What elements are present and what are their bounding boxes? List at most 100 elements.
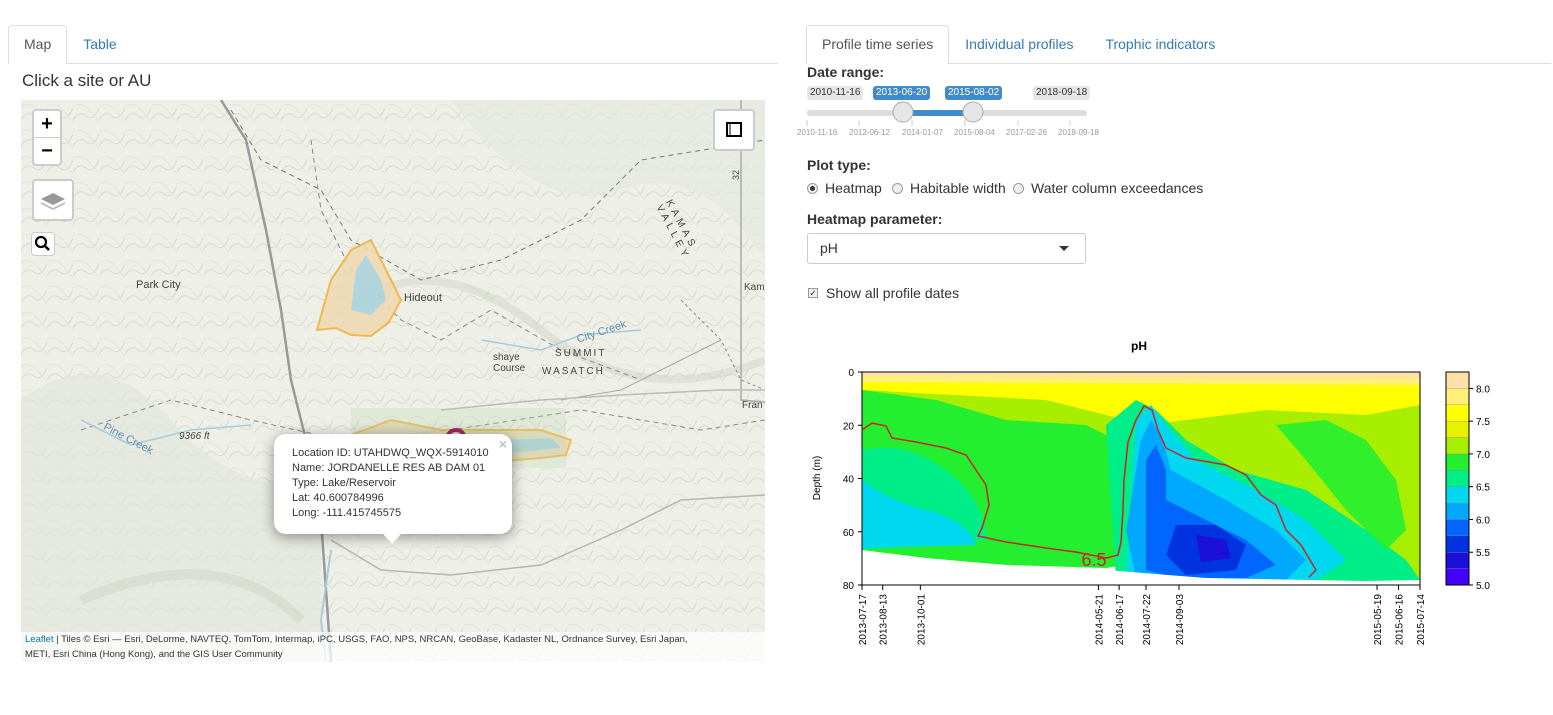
map-attribution: Leaflet | Tiles © Esri — Esri, DeLorme, … bbox=[21, 632, 765, 662]
tab-table[interactable]: Table bbox=[67, 25, 132, 63]
leaflet-link[interactable]: Leaflet bbox=[25, 634, 54, 645]
popup-lat: Lat: 40.600784996 bbox=[292, 492, 384, 504]
radio-label: Water column exceedances bbox=[1031, 180, 1204, 196]
legend-tick-label: 5.0 bbox=[1476, 581, 1490, 592]
legend-swatch bbox=[1445, 404, 1470, 422]
heatmap-parameter-select[interactable]: pH bbox=[807, 233, 1086, 264]
x-tick-label: 2015-07-14 bbox=[1416, 594, 1427, 646]
legend-tick-label: 6.5 bbox=[1476, 483, 1490, 494]
x-tick-label: 2014-07-22 bbox=[1142, 594, 1153, 646]
right-tabbar: Profile time series Individual profiles … bbox=[806, 25, 1551, 64]
tab-individual-profiles[interactable]: Individual profiles bbox=[949, 25, 1089, 63]
y-tick-label: 40 bbox=[843, 475, 855, 486]
legend-swatch bbox=[1445, 470, 1470, 487]
radio-label: Habitable width bbox=[910, 180, 1006, 196]
legend-swatch bbox=[1445, 568, 1470, 586]
attribution-text: | Tiles © Esri — Esri, DeLorme, NAVTEQ, … bbox=[53, 634, 688, 645]
radio-label: Heatmap bbox=[825, 180, 882, 196]
map-view[interactable]: Park City Hideout SUMMIT WASATCH City Cr… bbox=[21, 100, 765, 662]
zoom-out-button[interactable]: − bbox=[34, 138, 60, 164]
search-button[interactable] bbox=[31, 232, 55, 256]
radio-dot bbox=[1013, 182, 1024, 194]
map-hint: Click a site or AU bbox=[22, 71, 152, 90]
slider-handle-to[interactable] bbox=[962, 101, 984, 123]
site-popup: × Location ID: UTAHDWQ_WQX-5914010 Name:… bbox=[274, 434, 512, 544]
map-label-course: Course bbox=[493, 363, 526, 374]
slider-tick: 2012-06-12 bbox=[849, 128, 890, 137]
legend-tick-label: 5.5 bbox=[1476, 548, 1490, 559]
legend-tick-label: 7.0 bbox=[1476, 450, 1490, 461]
layers-icon bbox=[41, 193, 65, 210]
tab-map[interactable]: Map bbox=[8, 25, 68, 64]
chart-title: pH bbox=[1131, 339, 1147, 353]
y-tick-label: 0 bbox=[848, 368, 854, 379]
x-tick-label: 2014-09-03 bbox=[1175, 594, 1186, 646]
select-value: pH bbox=[820, 240, 838, 256]
slider-handle-from[interactable] bbox=[892, 101, 914, 123]
layers-button[interactable] bbox=[32, 179, 74, 221]
legend-swatch bbox=[1445, 453, 1470, 471]
map-label-hideout: Hideout bbox=[404, 292, 442, 304]
legend-tick-label: 8.0 bbox=[1476, 384, 1490, 395]
y-axis-label: Depth (m) bbox=[812, 456, 823, 500]
legend-swatch bbox=[1445, 371, 1470, 389]
color-legend: 8.0 7.5 7.0 6.5 6.0 5.5 5.0 bbox=[1445, 371, 1490, 592]
x-tick-label: 2014-05-21 bbox=[1094, 594, 1105, 646]
popup-location-id: Location ID: UTAHDWQ_WQX-5914010 bbox=[292, 447, 489, 459]
y-tick-label: 80 bbox=[843, 581, 855, 592]
legend-tick-label: 6.0 bbox=[1476, 515, 1490, 526]
x-tick-label: 2013-07-17 bbox=[858, 594, 869, 646]
radio-habitable-width[interactable]: Habitable width bbox=[892, 180, 1006, 196]
legend-swatch bbox=[1445, 519, 1470, 536]
map-label-francis: Fran bbox=[742, 400, 763, 411]
x-tick-label: 2015-06-16 bbox=[1395, 594, 1406, 646]
popup-tip bbox=[383, 534, 401, 544]
map-label-park-city: Park City bbox=[136, 279, 181, 291]
popup-close-button[interactable]: × bbox=[499, 436, 507, 452]
radio-dot bbox=[807, 182, 818, 194]
date-range-slider[interactable]: 2010-11-16 2013-06-20 2015-08-02 2018-09… bbox=[797, 86, 1106, 140]
heatmap-parameter-label: Heatmap parameter: bbox=[807, 211, 943, 227]
legend-swatch bbox=[1445, 421, 1470, 438]
y-tick-label: 60 bbox=[843, 528, 855, 539]
zoom-in-button[interactable]: + bbox=[34, 111, 60, 138]
x-tick-label: 2013-08-13 bbox=[879, 594, 890, 646]
map-label-shaye: shaye bbox=[493, 352, 520, 363]
map-tiles[interactable] bbox=[21, 100, 765, 662]
radio-dot bbox=[892, 182, 903, 194]
map-label-elevation: 9366 ft bbox=[179, 431, 210, 442]
y-axis: 0 20 40 60 80 bbox=[843, 368, 862, 592]
x-axis: 2013-07-17 2013-08-13 2013-10-01 2014-05-21… bbox=[858, 585, 1427, 645]
legend-swatch bbox=[1445, 388, 1470, 405]
map-label-kamas: Kam bbox=[744, 282, 765, 293]
radio-heatmap[interactable]: Heatmap bbox=[807, 180, 882, 196]
radio-water-column-exceedances[interactable]: Water column exceedances bbox=[1013, 180, 1203, 196]
slider-tick: 2015-08-04 bbox=[954, 128, 995, 137]
popup-type: Type: Lake/Reservoir bbox=[292, 477, 396, 489]
map-label-highway-32: 32 bbox=[731, 169, 742, 181]
legend-swatch bbox=[1445, 437, 1470, 455]
legend-swatch bbox=[1445, 486, 1470, 504]
tab-profile-time-series[interactable]: Profile time series bbox=[806, 25, 950, 64]
legend-tick-label: 7.5 bbox=[1476, 417, 1490, 428]
x-tick-label: 2013-10-01 bbox=[916, 594, 927, 646]
zoom-control: + − bbox=[32, 109, 62, 166]
fullscreen-button[interactable] bbox=[713, 109, 755, 151]
slider-tick: 2010-11-16 bbox=[797, 128, 838, 137]
popup-long: Long: -111.415745575 bbox=[292, 507, 402, 519]
slider-tick: 2018-09-18 bbox=[1058, 128, 1099, 137]
plot-type-label: Plot type: bbox=[807, 157, 871, 173]
show-all-dates-label: Show all profile dates bbox=[826, 285, 960, 301]
attribution-text-2: METI, Esri China (Hong Kong), and the GI… bbox=[25, 649, 283, 660]
legend-swatch bbox=[1445, 502, 1470, 520]
slider-tick: 2014-01-07 bbox=[902, 128, 943, 137]
slider-tick: 2017-02-26 bbox=[1006, 128, 1047, 137]
contour-label: 6.5 bbox=[1081, 550, 1106, 570]
show-all-dates-checkbox[interactable]: ✓ bbox=[808, 288, 818, 298]
legend-swatch bbox=[1445, 535, 1470, 553]
search-icon bbox=[34, 235, 50, 251]
map-label-summit: SUMMIT bbox=[555, 348, 607, 359]
date-range-label: Date range: bbox=[807, 64, 885, 80]
tab-trophic-indicators[interactable]: Trophic indicators bbox=[1089, 25, 1231, 63]
chevron-down-icon bbox=[1059, 246, 1069, 251]
